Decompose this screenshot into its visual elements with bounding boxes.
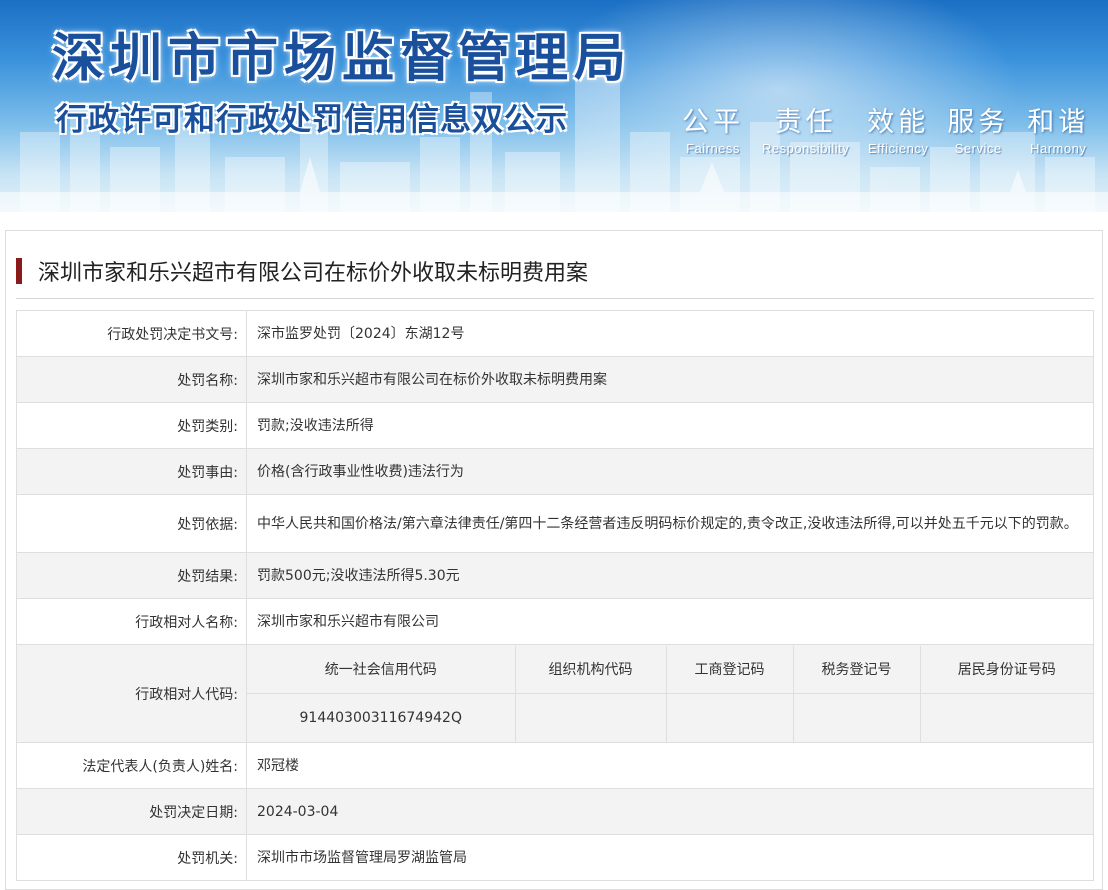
penalty-result-value: 罚款500元;没收违法所得5.30元 (246, 552, 1094, 599)
row-penalty-reason: 处罚事由: 价格(含行政事业性收费)违法行为 (16, 448, 1094, 495)
penalty-basis-value: 中华人民共和国价格法/第六章法律责任/第四十二条经营者违反明码标价规定的,责令改… (246, 494, 1094, 553)
field-label: 处罚类别: (16, 402, 247, 449)
row-legal-rep: 法定代表人(负责人)姓名: 邓冠楼 (16, 742, 1094, 789)
value-cn: 公平 (682, 107, 744, 138)
row-authority: 处罚机关: 深圳市市场监督管理局罗湖监管局 (16, 834, 1094, 881)
legal-rep-value: 邓冠楼 (246, 742, 1094, 789)
value-en: Responsibility (762, 141, 850, 156)
code-header: 工商登记码 (666, 645, 794, 694)
tax-reg-value (793, 693, 921, 742)
value-fairness: 公平 Fairness (682, 100, 744, 156)
code-header: 税务登记号 (793, 645, 921, 694)
code-header: 组织机构代码 (515, 645, 667, 694)
id-card-value (920, 693, 1093, 742)
field-label: 处罚事由: (16, 448, 247, 495)
penalty-type-value: 罚款;没收违法所得 (246, 402, 1094, 449)
header-banner: 深圳市市场监督管理局 行政许可和行政处罚信用信息双公示 公平 Fairness … (0, 0, 1108, 212)
site-title: 深圳市市场监督管理局 (52, 29, 633, 89)
business-reg-value (666, 693, 794, 742)
value-en: Harmony (1030, 141, 1087, 156)
code-header: 居民身份证号码 (920, 645, 1093, 694)
field-label: 行政处罚决定书文号: (16, 310, 247, 357)
value-service: 服务 Service (947, 100, 1009, 156)
party-name-value: 深圳市家和乐兴超市有限公司 (246, 598, 1094, 645)
row-party-codes: 行政相对人代码: 统一社会信用代码 组织机构代码 工商登记码 税务登记号 居民身… (16, 644, 1094, 743)
decision-date-value: 2024-03-04 (246, 788, 1094, 835)
row-decision-no: 行政处罚决定书文号: 深市监罗处罚〔2024〕东湖12号 (16, 310, 1094, 357)
value-cn: 和谐 (1027, 107, 1090, 138)
value-en: Fairness (686, 141, 740, 156)
penalty-reason-value: 价格(含行政事业性收费)违法行为 (246, 448, 1094, 495)
row-penalty-name: 处罚名称: 深圳市家和乐兴超市有限公司在标价外收取未标明费用案 (16, 356, 1094, 403)
code-header: 统一社会信用代码 (247, 645, 516, 694)
authority-value: 深圳市市场监督管理局罗湖监管局 (246, 834, 1094, 881)
heading-accent-bar (16, 258, 22, 284)
codes-value-row: 91440300311674942Q (247, 693, 1093, 742)
field-label: 处罚结果: (16, 552, 247, 599)
field-label: 处罚决定日期: (16, 788, 247, 835)
site-subtitle: 行政许可和行政处罚信用信息双公示 (56, 102, 568, 138)
decision-no-value: 深市监罗处罚〔2024〕东湖12号 (246, 310, 1094, 357)
case-heading: 深圳市家和乐兴超市有限公司在标价外收取未标明费用案 (16, 255, 1094, 299)
codes-header-row: 统一社会信用代码 组织机构代码 工商登记码 税务登记号 居民身份证号码 (247, 645, 1093, 694)
value-responsibility: 责任 Responsibility (762, 100, 849, 156)
party-codes-cell: 统一社会信用代码 组织机构代码 工商登记码 税务登记号 居民身份证号码 9144… (246, 644, 1094, 743)
row-penalty-result: 处罚结果: 罚款500元;没收违法所得5.30元 (16, 552, 1094, 599)
row-decision-date: 处罚决定日期: 2024-03-04 (16, 788, 1094, 835)
field-label: 行政相对人名称: (16, 598, 247, 645)
field-label: 处罚名称: (16, 356, 247, 403)
row-party-name: 行政相对人名称: 深圳市家和乐兴超市有限公司 (16, 598, 1094, 645)
value-harmony: 和谐 Harmony (1027, 100, 1089, 156)
row-penalty-basis: 处罚依据: 中华人民共和国价格法/第六章法律责任/第四十二条经营者违反明码标价规… (16, 494, 1094, 553)
credit-code-value: 91440300311674942Q (247, 693, 516, 742)
case-title: 深圳市家和乐兴超市有限公司在标价外收取未标明费用案 (38, 261, 589, 286)
value-en: Efficiency (868, 141, 929, 156)
party-codes-table: 统一社会信用代码 组织机构代码 工商登记码 税务登记号 居民身份证号码 9144… (247, 645, 1093, 742)
value-efficiency: 效能 Efficiency (867, 100, 929, 156)
value-cn: 服务 (947, 107, 1010, 138)
value-cn: 效能 (867, 107, 930, 138)
penalty-info-table: 行政处罚决定书文号: 深市监罗处罚〔2024〕东湖12号 处罚名称: 深圳市家和… (16, 310, 1094, 881)
content-panel: 深圳市家和乐兴超市有限公司在标价外收取未标明费用案 行政处罚决定书文号: 深市监… (5, 230, 1103, 890)
value-en: Service (954, 141, 1002, 156)
row-penalty-type: 处罚类别: 罚款;没收违法所得 (16, 402, 1094, 449)
core-values: 公平 Fairness 责任 Responsibility 效能 Efficie… (682, 100, 1089, 156)
field-label: 行政相对人代码: (16, 644, 247, 743)
value-cn: 责任 (774, 107, 837, 138)
org-code-value (515, 693, 667, 742)
field-label: 处罚依据: (16, 494, 247, 553)
field-label: 法定代表人(负责人)姓名: (16, 742, 247, 789)
penalty-name-value: 深圳市家和乐兴超市有限公司在标价外收取未标明费用案 (246, 356, 1094, 403)
field-label: 处罚机关: (16, 834, 247, 881)
